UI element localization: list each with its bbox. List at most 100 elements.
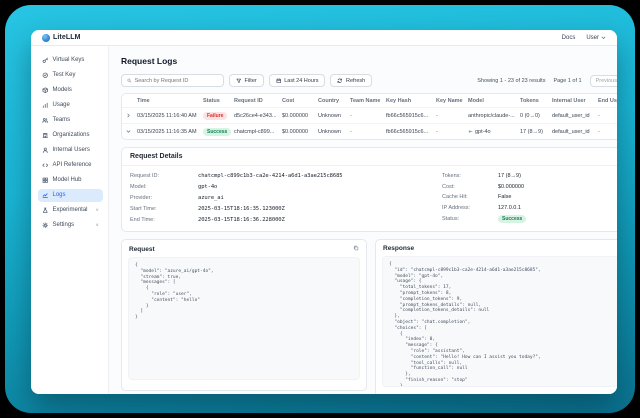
sidebar-item-test-key[interactable]: Test Key (38, 69, 103, 82)
col-model: Model (466, 94, 518, 107)
sidebar-item-model-hub[interactable]: Model Hub (38, 174, 103, 187)
sidebar-item-label: Virtual Keys (53, 57, 85, 63)
bar-chart-icon (42, 102, 49, 109)
cell-request-id: d5c26ce4-e343... (232, 109, 280, 122)
model-provider-icon (468, 129, 473, 134)
cell-request-id: chatcmpl-c899... (232, 125, 280, 138)
code-icon (42, 162, 49, 169)
col-cost: Cost (280, 94, 316, 107)
expand-row-button[interactable] (122, 110, 135, 122)
user-menu[interactable]: User (586, 35, 606, 41)
cube-icon (42, 87, 49, 94)
refresh-button[interactable]: Refresh (330, 74, 372, 87)
cell-key-hash: fb66c565915c6... (384, 109, 434, 122)
cache-hit-value: False (498, 194, 617, 200)
time-range-button-label: Last 24 Hours (284, 78, 318, 84)
col-request-id: Request ID (232, 94, 280, 107)
cell-time: 03/15/2025 11:16:35 AM (135, 125, 201, 138)
sidebar-item-internal-users[interactable]: Internal Users (38, 144, 103, 157)
request-details-title: Request Details (122, 148, 617, 166)
sidebar-item-experimental[interactable]: Experimental ∨ (38, 204, 103, 217)
sidebar-item-logs[interactable]: Logs (38, 189, 103, 202)
sidebar-item-label: Logs (53, 192, 66, 198)
chevron-down-icon: ∨ (95, 223, 99, 228)
status-badge: Success (203, 128, 231, 136)
cell-model: gpt-4o (475, 129, 491, 135)
cell-team-name: - (348, 125, 384, 138)
status-badge: Success (498, 215, 526, 223)
litellm-logo-icon (42, 34, 50, 42)
key-icon (42, 57, 49, 64)
cell-key-name: - (434, 109, 466, 122)
copy-button[interactable] (353, 245, 359, 253)
col-time: Time (135, 94, 201, 107)
sidebar-item-label: Teams (53, 117, 71, 123)
chevron-right-icon (126, 113, 131, 118)
status-badge: Failure (203, 112, 227, 120)
time-range-button[interactable]: Last 24 Hours (269, 74, 326, 87)
docs-link[interactable]: Docs (562, 35, 576, 41)
chevron-down-icon: ∨ (95, 208, 99, 213)
top-navbar: LiteLLM Docs User (31, 30, 617, 46)
col-country: Country (316, 94, 348, 107)
sidebar-item-label: API Reference (53, 162, 92, 168)
sidebar-item-label: Model Hub (53, 177, 82, 183)
main-content: Request Logs Filter Last 24 Hours (109, 46, 617, 394)
people-icon (42, 117, 49, 124)
sidebar-item-models[interactable]: Models (38, 84, 103, 97)
response-panel: Response { "id": "chatcmpl-c899c1b3-ca2e… (375, 239, 617, 394)
results-summary: Showing 1 - 23 of 23 results (477, 78, 545, 84)
cell-country: Unknown (316, 109, 348, 122)
sidebar-item-virtual-keys[interactable]: Virtual Keys (38, 54, 103, 67)
ip-address-value: 127.0.0.1 (498, 205, 617, 211)
copy-icon (353, 245, 359, 251)
col-key-hash: Key Hash (384, 94, 434, 107)
cell-end-user: - (596, 125, 617, 138)
model-label: Model: (130, 184, 198, 190)
sidebar-item-label: Models (53, 87, 72, 93)
col-status: Status (201, 94, 232, 107)
previous-page-button[interactable]: Previous (590, 75, 617, 87)
sidebar-item-label: Usage (53, 102, 70, 108)
cell-tokens: 0 (0→0) (518, 109, 550, 122)
line-chart-icon (42, 192, 49, 199)
filter-button[interactable]: Filter (229, 74, 264, 87)
sidebar-item-label: Experimental (53, 207, 88, 213)
cell-country: Unknown (316, 125, 348, 138)
col-internal-user: Internal User (550, 94, 596, 107)
table-row[interactable]: 03/15/2025 11:16:40 AM Failure d5c26ce4-… (122, 107, 617, 123)
sidebar-item-label: Settings (53, 222, 75, 228)
refresh-icon (337, 78, 343, 84)
gear-icon (42, 222, 49, 229)
funnel-icon (236, 78, 242, 84)
tokens-value: 17 (8→9) (498, 173, 617, 179)
request-details-card: Request Details Request ID: chatcmpl-c89… (121, 147, 617, 232)
request-id-label: Request ID: (130, 173, 198, 179)
search-input[interactable] (135, 78, 218, 84)
sidebar-item-organizations[interactable]: Organizations (38, 129, 103, 142)
cell-key-name: - (434, 125, 466, 138)
test-key-icon (42, 72, 49, 79)
chevron-down-icon (601, 35, 606, 40)
model-value: gpt-4o (198, 184, 426, 190)
sidebar-item-settings[interactable]: Settings ∨ (38, 219, 103, 232)
table-row-expanded[interactable]: 03/15/2025 11:16:35 AM Success chatcmpl-… (122, 123, 617, 139)
request-panel-title: Request (129, 246, 155, 253)
person-icon (42, 147, 49, 154)
cell-cost: $0.000000 (280, 109, 316, 122)
cost-label: Cost: (442, 184, 498, 190)
status-label: Status: (442, 216, 498, 222)
user-menu-label: User (586, 35, 599, 41)
end-time-label: End Time: (130, 217, 198, 223)
sidebar-item-usage[interactable]: Usage (38, 99, 103, 112)
col-tokens: Tokens (518, 94, 550, 107)
sidebar-item-api-reference[interactable]: API Reference (38, 159, 103, 172)
request-json: { "model": "azure_ai/gpt-4o", "stream": … (128, 257, 360, 380)
request-id-value: chatcmpl-c899c1b3-ca2e-4214-a6d1-a3ae215… (198, 173, 426, 179)
sidebar-item-teams[interactable]: Teams (38, 114, 103, 127)
flask-icon (42, 207, 49, 214)
collapse-row-button[interactable] (122, 126, 135, 138)
cell-key-hash: fb66c565915c6... (384, 125, 434, 138)
search-box[interactable] (121, 74, 224, 87)
provider-label: Provider: (130, 195, 198, 201)
